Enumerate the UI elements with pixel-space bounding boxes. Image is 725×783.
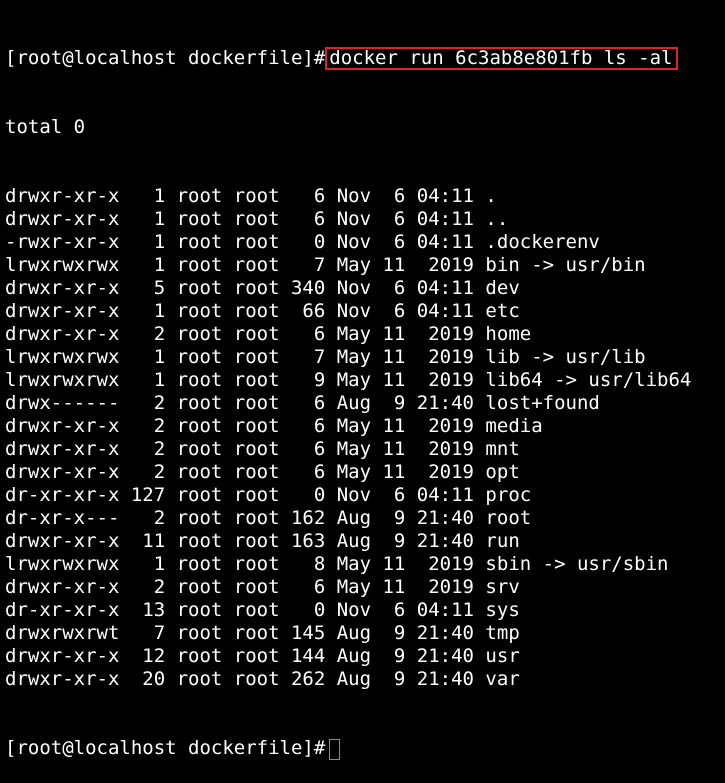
directory-listing: drwxr-xr-x 1 root root 6 Nov 6 04:11 . dr…	[5, 185, 723, 691]
listing-row: drwxr-xr-x 20 root root 262 Aug 9 21:40 …	[5, 668, 520, 690]
listing-row: drwxr-xr-x 2 root root 6 May 11 2019 opt	[5, 461, 520, 483]
listing-row: dr-xr-x--- 2 root root 162 Aug 9 21:40 r…	[5, 507, 532, 529]
listing-row: drwxr-xr-x 2 root root 6 May 11 2019 med…	[5, 415, 543, 437]
listing-row: drwxr-xr-x 1 root root 66 Nov 6 04:11 et…	[5, 300, 520, 322]
listing-row: drwxr-xr-x 2 root root 6 May 11 2019 srv	[5, 576, 520, 598]
listing-row: dr-xr-xr-x 127 root root 0 Nov 6 04:11 p…	[5, 484, 532, 506]
terminal-window[interactable]: [root@localhost dockerfile]# docker run 6…	[5, 0, 723, 760]
command-text: docker run 6c3ab8e801fb ls -al	[329, 47, 673, 69]
total-line: total 0	[5, 116, 86, 138]
listing-row: -rwxr-xr-x 1 root root 0 Nov 6 04:11 .do…	[5, 231, 600, 253]
cursor-block[interactable]	[329, 739, 341, 760]
listing-row: drwx------ 2 root root 6 Aug 9 21:40 los…	[5, 392, 600, 414]
command-highlight-box: docker run 6c3ab8e801fb ls -al	[325, 47, 679, 70]
listing-row: drwxr-xr-x 5 root root 340 Nov 6 04:11 d…	[5, 277, 520, 299]
command-line: [root@localhost dockerfile]# docker run 6…	[5, 47, 723, 70]
listing-row: lrwxrwxrwx 1 root root 8 May 11 2019 sbi…	[5, 553, 669, 575]
listing-row: lrwxrwxrwx 1 root root 7 May 11 2019 bin…	[5, 254, 646, 276]
listing-row: drwxr-xr-x 1 root root 6 Nov 6 04:11 ..	[5, 208, 509, 230]
listing-row: drwxr-xr-x 11 root root 163 Aug 9 21:40 …	[5, 530, 520, 552]
listing-row: drwxr-xr-x 2 root root 6 May 11 2019 hom…	[5, 323, 532, 345]
listing-row: drwxr-xr-x 2 root root 6 May 11 2019 mnt	[5, 438, 520, 460]
listing-row: lrwxrwxrwx 1 root root 7 May 11 2019 lib…	[5, 346, 646, 368]
final-prompt-line[interactable]: [root@localhost dockerfile]#	[5, 737, 723, 760]
listing-row: drwxr-xr-x 1 root root 6 Nov 6 04:11 .	[5, 185, 497, 207]
listing-row: drwxr-xr-x 12 root root 144 Aug 9 21:40 …	[5, 645, 520, 667]
listing-row: lrwxrwxrwx 1 root root 9 May 11 2019 lib…	[5, 369, 692, 391]
listing-row: drwxrwxrwt 7 root root 145 Aug 9 21:40 t…	[5, 622, 520, 644]
shell-prompt-final: [root@localhost dockerfile]#	[5, 737, 326, 759]
shell-prompt: [root@localhost dockerfile]#	[5, 47, 326, 69]
listing-row: dr-xr-xr-x 13 root root 0 Nov 6 04:11 sy…	[5, 599, 520, 621]
